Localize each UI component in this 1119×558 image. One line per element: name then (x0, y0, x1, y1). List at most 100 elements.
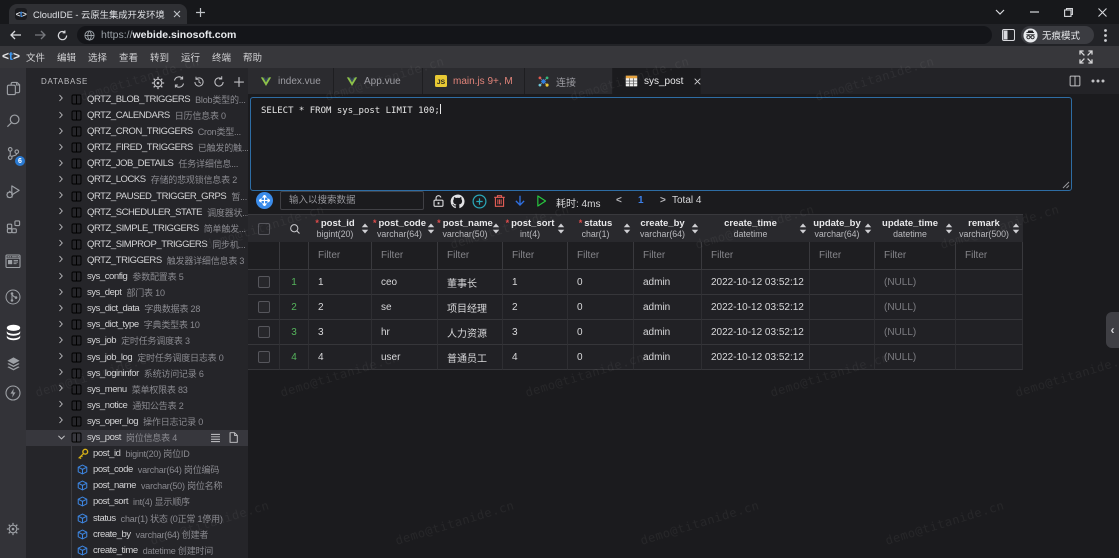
editor-tab-index.vue[interactable]: index.vue (248, 68, 334, 94)
tree-item-sys_dict_data[interactable]: sys_dict_data字典数据表 28 (26, 301, 248, 317)
editor-tab-sys_post[interactable]: sys_post (613, 68, 701, 94)
github-icon[interactable] (448, 191, 468, 211)
tree-item-sys_logininfor[interactable]: sys_logininfor系统访问记录 6 (26, 365, 248, 381)
layers-icon[interactable] (0, 350, 26, 376)
chevron-down-icon[interactable] (57, 433, 67, 443)
tree-item-status[interactable]: statuschar(1) 状态 (0正常 1停用) (26, 510, 248, 526)
browser-tab-close-icon[interactable] (173, 10, 181, 18)
tree-item-sys_config[interactable]: sys_config参数配置表 5 (26, 269, 248, 285)
cell-post_code[interactable]: ceo (372, 270, 438, 295)
sort-arrows-icon[interactable] (427, 223, 435, 234)
menu-item-7[interactable]: 终端 (206, 46, 237, 68)
cell-status[interactable]: 0 (568, 270, 634, 295)
column-header-create_by[interactable]: create_byvarchar(64) (634, 215, 702, 243)
menu-item-4[interactable]: 查看 (113, 46, 144, 68)
sidebar-history-icon[interactable] (193, 76, 205, 90)
sidebar-refresh-icon[interactable] (213, 76, 225, 90)
tree-item-sys_job_log[interactable]: sys_job_log定时任务调度日志表 0 (26, 349, 248, 365)
cell-update_time[interactable]: (NULL) (875, 295, 956, 320)
tree-item-QRTZ_TRIGGERS[interactable]: QRTZ_TRIGGERS触发器详细信息表 3 (26, 252, 248, 268)
page-prev-icon[interactable]: < (616, 195, 622, 206)
editor-tab-App.vue[interactable]: App.vue (334, 68, 423, 94)
new-tab-button[interactable] (190, 2, 210, 22)
cell-update_by[interactable] (810, 320, 875, 345)
cell-create_time[interactable]: 2022-10-12 03:52:12 (702, 270, 810, 295)
browser-menu-dots-icon[interactable] (1094, 24, 1116, 46)
tree-item-sys_job[interactable]: sys_job定时任务调度表 3 (26, 333, 248, 349)
cell-post_id[interactable]: 2 (309, 295, 372, 320)
chevron-right-icon[interactable] (57, 143, 67, 153)
filter-cell[interactable] (248, 242, 280, 270)
cell-post_name[interactable]: 项目经理 (438, 295, 503, 320)
resize-grip-icon[interactable] (1062, 181, 1070, 189)
cell-status[interactable]: 0 (568, 320, 634, 345)
sidebar-add-icon[interactable] (233, 76, 245, 90)
table-row-4[interactable]: 44user普通员工40admin2022-10-12 03:52:12(NUL… (248, 345, 1023, 370)
checkbox-icon[interactable] (258, 301, 270, 313)
more-actions-icon[interactable] (1091, 79, 1105, 83)
fullscreen-icon[interactable] (1079, 50, 1094, 65)
sort-arrows-icon[interactable] (864, 223, 872, 234)
cell-remark[interactable] (956, 345, 1023, 370)
sort-arrows-icon[interactable] (691, 223, 699, 234)
menu-item-2[interactable]: 编辑 (51, 46, 82, 68)
cell-post_code[interactable]: se (372, 295, 438, 320)
chevron-right-icon[interactable] (57, 352, 67, 362)
window-close-icon[interactable] (1085, 0, 1119, 24)
cell-create_by[interactable]: admin (634, 295, 702, 320)
sidebar-sync-icon[interactable] (173, 76, 185, 90)
chevron-right-icon[interactable] (57, 191, 67, 201)
settings-gear-icon[interactable] (0, 516, 26, 542)
tree-item-QRTZ_JOB_DETAILS[interactable]: QRTZ_JOB_DETAILS任务详细信息... (26, 156, 248, 172)
cell-update_time[interactable]: (NULL) (875, 270, 956, 295)
incognito-badge[interactable]: 无痕模式 (1021, 26, 1094, 44)
cell-post_name[interactable]: 董事长 (438, 270, 503, 295)
cell-create_by[interactable]: admin (634, 345, 702, 370)
table-row-1[interactable]: 11ceo董事长10admin2022-10-12 03:52:12(NULL) (248, 270, 1023, 295)
chevron-right-icon[interactable] (57, 207, 67, 217)
sort-arrows-icon[interactable] (799, 223, 807, 234)
menu-item-1[interactable]: 文件 (20, 46, 51, 68)
reload-icon[interactable] (51, 24, 73, 46)
add-circle-icon[interactable] (469, 191, 489, 211)
lightning-icon[interactable] (0, 380, 26, 406)
cell-update_by[interactable] (810, 345, 875, 370)
tree-item-sys_oper_log[interactable]: sys_oper_log操作日志记录 0 (26, 413, 248, 429)
cell-remark[interactable] (956, 320, 1023, 345)
filter-input-update_time[interactable]: Filter (875, 242, 956, 270)
cell-post_code[interactable]: hr (372, 320, 438, 345)
tree-item-QRTZ_SCHEDULER_STATE[interactable]: QRTZ_SCHEDULER_STATE调度器状... (26, 204, 248, 220)
page-next-icon[interactable]: > (660, 195, 666, 206)
column-header-remark[interactable]: remarkvarchar(500) (956, 215, 1023, 243)
menu-item-5[interactable]: 转到 (144, 46, 175, 68)
page-number[interactable]: 1 (638, 195, 644, 206)
checkbox-icon[interactable] (258, 326, 270, 338)
forward-icon[interactable] (29, 24, 51, 46)
menu-item-3[interactable]: 选择 (82, 46, 113, 68)
cell-status[interactable]: 0 (568, 345, 634, 370)
cell-post_sort[interactable]: 3 (503, 320, 568, 345)
checkbox-icon[interactable] (258, 223, 270, 235)
filter-input-update_by[interactable]: Filter (810, 242, 875, 270)
search-icon[interactable] (0, 107, 26, 133)
header-search-rows[interactable] (280, 215, 309, 243)
sort-arrows-icon[interactable] (557, 223, 565, 234)
tree-item-sys_notice[interactable]: sys_notice通知公告表 2 (26, 397, 248, 413)
chevron-right-icon[interactable] (57, 304, 67, 314)
chevron-right-icon[interactable] (57, 159, 67, 169)
tree-item-create_time[interactable]: create_timedatetime 创建时间 (26, 542, 248, 558)
checkbox-icon[interactable] (258, 276, 270, 288)
cell-create_time[interactable]: 2022-10-12 03:52:12 (702, 320, 810, 345)
filter-cell[interactable] (280, 242, 309, 270)
column-header-create_time[interactable]: create_timedatetime (702, 215, 810, 243)
browser-tab[interactable]: <t> CloudIDE - 云原生集成开发环境 (9, 4, 187, 24)
tree-item-post_name[interactable]: post_namevarchar(50) 岗位名称 (26, 478, 248, 494)
table-row-3[interactable]: 33hr人力资源30admin2022-10-12 03:52:12(NULL) (248, 320, 1023, 345)
split-editor-icon[interactable] (1069, 75, 1081, 87)
tree-item-create_by[interactable]: create_byvarchar(64) 创建者 (26, 526, 248, 542)
cell-create_by[interactable]: admin (634, 270, 702, 295)
chevron-right-icon[interactable] (57, 223, 67, 233)
tab-close-icon[interactable] (693, 77, 702, 86)
cell-update_by[interactable] (810, 295, 875, 320)
tree-item-sys_dept[interactable]: sys_dept部门表 10 (26, 285, 248, 301)
